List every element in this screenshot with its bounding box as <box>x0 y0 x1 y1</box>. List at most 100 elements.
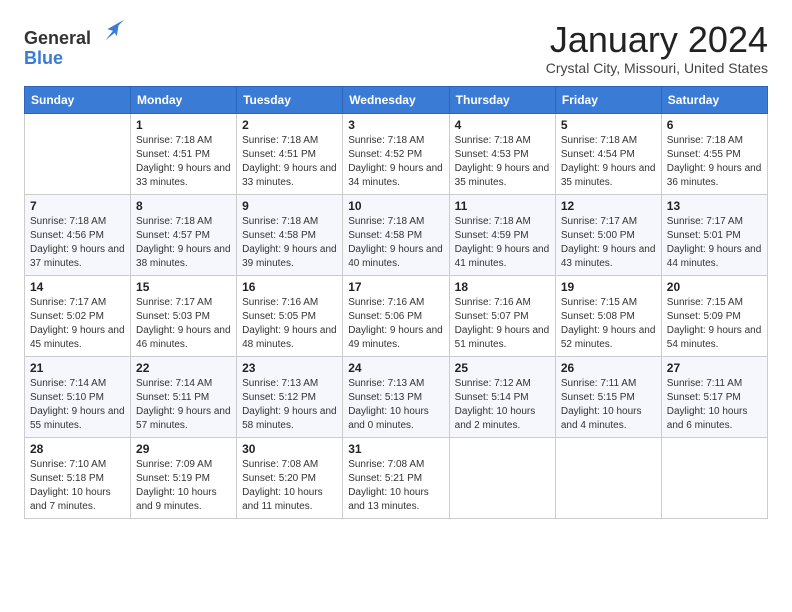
day-info: Sunrise: 7:17 AM Sunset: 5:01 PM Dayligh… <box>667 215 762 271</box>
month-title: January 2024 <box>546 20 768 60</box>
day-info: Sunrise: 7:11 AM Sunset: 5:15 PM Dayligh… <box>561 377 656 433</box>
day-info: Sunrise: 7:16 AM Sunset: 5:05 PM Dayligh… <box>242 296 337 352</box>
calendar-cell <box>661 437 767 518</box>
day-number: 31 <box>348 442 443 456</box>
calendar-cell: 14 Sunrise: 7:17 AM Sunset: 5:02 PM Dayli… <box>25 275 131 356</box>
day-info: Sunrise: 7:18 AM Sunset: 4:51 PM Dayligh… <box>242 134 337 190</box>
day-info: Sunrise: 7:11 AM Sunset: 5:17 PM Dayligh… <box>667 377 762 433</box>
calendar-cell: 8 Sunrise: 7:18 AM Sunset: 4:57 PM Daylig… <box>131 194 237 275</box>
day-number: 13 <box>667 199 762 213</box>
location: Crystal City, Missouri, United States <box>546 60 768 76</box>
day-number: 22 <box>136 361 231 375</box>
calendar-week-row-1: 1 Sunrise: 7:18 AM Sunset: 4:51 PM Daylig… <box>25 113 768 194</box>
day-info: Sunrise: 7:18 AM Sunset: 4:58 PM Dayligh… <box>348 215 443 271</box>
calendar-cell: 5Sunrise: 7:18 AM Sunset: 4:54 PM Daylig… <box>555 113 661 194</box>
calendar-cell: 3 Sunrise: 7:18 AM Sunset: 4:52 PM Daylig… <box>343 113 449 194</box>
header-monday: Monday <box>131 86 237 113</box>
header-wednesday: Wednesday <box>343 86 449 113</box>
calendar-week-row-2: 7 Sunrise: 7:18 AM Sunset: 4:56 PM Daylig… <box>25 194 768 275</box>
day-info: Sunrise: 7:17 AM Sunset: 5:03 PM Dayligh… <box>136 296 231 352</box>
header-friday: Friday <box>555 86 661 113</box>
day-info: Sunrise: 7:13 AM Sunset: 5:13 PM Dayligh… <box>348 377 443 433</box>
calendar-table: Sunday Monday Tuesday Wednesday Thursday… <box>24 86 768 519</box>
calendar-cell: 7 Sunrise: 7:18 AM Sunset: 4:56 PM Daylig… <box>25 194 131 275</box>
day-number: 27 <box>667 361 762 375</box>
day-info: Sunrise: 7:17 AM Sunset: 5:00 PM Dayligh… <box>561 215 656 271</box>
day-number: 9 <box>242 199 337 213</box>
day-number: 28 <box>30 442 125 456</box>
day-number: 18 <box>455 280 550 294</box>
day-number: 16 <box>242 280 337 294</box>
day-number: 20 <box>667 280 762 294</box>
calendar-cell: 10Sunrise: 7:18 AM Sunset: 4:58 PM Dayli… <box>343 194 449 275</box>
header-thursday: Thursday <box>449 86 555 113</box>
calendar-week-row-5: 28 Sunrise: 7:10 AM Sunset: 5:18 PM Dayli… <box>25 437 768 518</box>
calendar-cell: 23Sunrise: 7:13 AM Sunset: 5:12 PM Dayli… <box>237 356 343 437</box>
calendar-cell: 4 Sunrise: 7:18 AM Sunset: 4:53 PM Daylig… <box>449 113 555 194</box>
title-area: January 2024 Crystal City, Missouri, Uni… <box>546 20 768 76</box>
day-number: 24 <box>348 361 443 375</box>
calendar-cell: 19 Sunrise: 7:15 AM Sunset: 5:08 PM Dayli… <box>555 275 661 356</box>
day-number: 19 <box>561 280 656 294</box>
calendar-cell: 27 Sunrise: 7:11 AM Sunset: 5:17 PM Dayli… <box>661 356 767 437</box>
day-number: 29 <box>136 442 231 456</box>
day-number: 23 <box>242 361 337 375</box>
calendar-cell: 11Sunrise: 7:18 AM Sunset: 4:59 PM Dayli… <box>449 194 555 275</box>
calendar-cell: 6 Sunrise: 7:18 AM Sunset: 4:55 PM Daylig… <box>661 113 767 194</box>
day-info: Sunrise: 7:16 AM Sunset: 5:07 PM Dayligh… <box>455 296 550 352</box>
day-info: Sunrise: 7:14 AM Sunset: 5:11 PM Dayligh… <box>136 377 231 433</box>
day-number: 2 <box>242 118 337 132</box>
day-number: 4 <box>455 118 550 132</box>
calendar-cell <box>555 437 661 518</box>
calendar-header-row: Sunday Monday Tuesday Wednesday Thursday… <box>25 86 768 113</box>
calendar-cell: 17 Sunrise: 7:16 AM Sunset: 5:06 PM Dayli… <box>343 275 449 356</box>
day-info: Sunrise: 7:18 AM Sunset: 4:58 PM Dayligh… <box>242 215 337 271</box>
day-info: Sunrise: 7:16 AM Sunset: 5:06 PM Dayligh… <box>348 296 443 352</box>
day-info: Sunrise: 7:18 AM Sunset: 4:55 PM Dayligh… <box>667 134 762 190</box>
day-number: 15 <box>136 280 231 294</box>
day-info: Sunrise: 7:15 AM Sunset: 5:09 PM Dayligh… <box>667 296 762 352</box>
day-number: 14 <box>30 280 125 294</box>
day-info: Sunrise: 7:18 AM Sunset: 4:51 PM Dayligh… <box>136 134 231 190</box>
day-info: Sunrise: 7:10 AM Sunset: 5:18 PM Dayligh… <box>30 458 125 514</box>
day-number: 21 <box>30 361 125 375</box>
calendar-week-row-4: 21 Sunrise: 7:14 AM Sunset: 5:10 PM Dayli… <box>25 356 768 437</box>
calendar-cell: 16 Sunrise: 7:16 AM Sunset: 5:05 PM Dayli… <box>237 275 343 356</box>
day-number: 12 <box>561 199 656 213</box>
day-info: Sunrise: 7:18 AM Sunset: 4:56 PM Dayligh… <box>30 215 125 271</box>
day-info: Sunrise: 7:18 AM Sunset: 4:53 PM Dayligh… <box>455 134 550 190</box>
calendar-cell: 24 Sunrise: 7:13 AM Sunset: 5:13 PM Dayli… <box>343 356 449 437</box>
calendar-cell: 26Sunrise: 7:11 AM Sunset: 5:15 PM Dayli… <box>555 356 661 437</box>
day-number: 8 <box>136 199 231 213</box>
calendar-cell: 22 Sunrise: 7:14 AM Sunset: 5:11 PM Dayli… <box>131 356 237 437</box>
logo-bird-icon <box>98 16 126 44</box>
calendar-cell: 15 Sunrise: 7:17 AM Sunset: 5:03 PM Dayli… <box>131 275 237 356</box>
day-number: 6 <box>667 118 762 132</box>
calendar-cell <box>449 437 555 518</box>
day-info: Sunrise: 7:14 AM Sunset: 5:10 PM Dayligh… <box>30 377 125 433</box>
calendar-week-row-3: 14 Sunrise: 7:17 AM Sunset: 5:02 PM Dayli… <box>25 275 768 356</box>
day-number: 5 <box>561 118 656 132</box>
day-number: 3 <box>348 118 443 132</box>
calendar-cell: 30Sunrise: 7:08 AM Sunset: 5:20 PM Dayli… <box>237 437 343 518</box>
day-info: Sunrise: 7:18 AM Sunset: 4:57 PM Dayligh… <box>136 215 231 271</box>
day-number: 7 <box>30 199 125 213</box>
day-number: 17 <box>348 280 443 294</box>
calendar-cell: 29 Sunrise: 7:09 AM Sunset: 5:19 PM Dayli… <box>131 437 237 518</box>
day-info: Sunrise: 7:08 AM Sunset: 5:21 PM Dayligh… <box>348 458 443 514</box>
header: General Blue January 2024 Crystal City, … <box>24 20 768 76</box>
logo-blue: Blue <box>24 49 126 69</box>
calendar-cell: 2 Sunrise: 7:18 AM Sunset: 4:51 PM Daylig… <box>237 113 343 194</box>
calendar-cell: 31 Sunrise: 7:08 AM Sunset: 5:21 PM Dayli… <box>343 437 449 518</box>
day-info: Sunrise: 7:09 AM Sunset: 5:19 PM Dayligh… <box>136 458 231 514</box>
header-saturday: Saturday <box>661 86 767 113</box>
day-number: 1 <box>136 118 231 132</box>
day-info: Sunrise: 7:15 AM Sunset: 5:08 PM Dayligh… <box>561 296 656 352</box>
calendar-cell: 20 Sunrise: 7:15 AM Sunset: 5:09 PM Dayli… <box>661 275 767 356</box>
calendar-cell: 9 Sunrise: 7:18 AM Sunset: 4:58 PM Daylig… <box>237 194 343 275</box>
day-number: 30 <box>242 442 337 456</box>
calendar-cell: 25Sunrise: 7:12 AM Sunset: 5:14 PM Dayli… <box>449 356 555 437</box>
day-info: Sunrise: 7:18 AM Sunset: 4:52 PM Dayligh… <box>348 134 443 190</box>
day-info: Sunrise: 7:18 AM Sunset: 4:59 PM Dayligh… <box>455 215 550 271</box>
day-info: Sunrise: 7:17 AM Sunset: 5:02 PM Dayligh… <box>30 296 125 352</box>
